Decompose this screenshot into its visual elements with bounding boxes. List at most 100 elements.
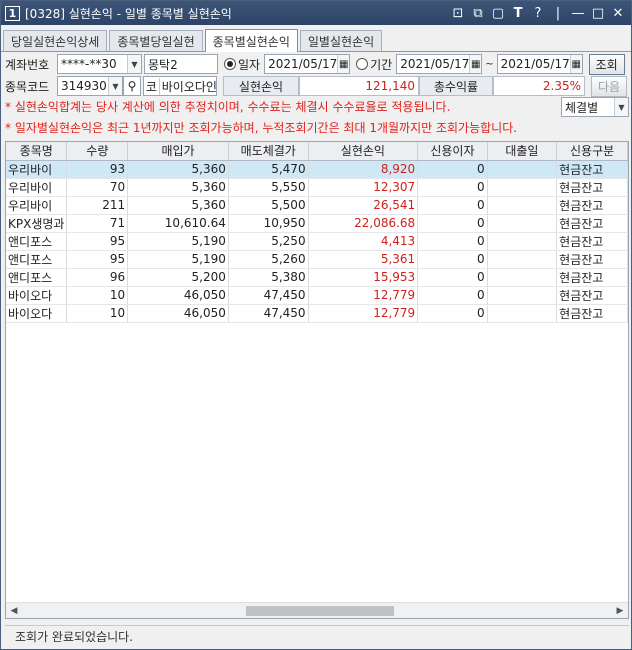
calendar-icon[interactable]: ▦ (337, 55, 350, 73)
period-to-value: 2021/05/17 (500, 57, 570, 71)
cell-qty: 10 (66, 286, 129, 305)
scroll-track[interactable] (22, 604, 612, 618)
cell-realized-pnl: 12,307 (308, 178, 419, 197)
cell-sell-price: 10,950 (228, 214, 309, 233)
title-bar[interactable]: 1 [0328] 실현손익 - 일별 종목별 실현손익 ⊡ ⧉ ▢ T ? | … (1, 1, 631, 25)
scroll-right-icon[interactable]: ▶ (612, 603, 628, 619)
cell-name: 앤디포스 (6, 250, 68, 269)
cell-realized-pnl: 12,779 (308, 286, 419, 305)
scroll-thumb[interactable] (246, 605, 394, 616)
column-header-qty[interactable]: 수량 (66, 142, 129, 161)
app-window: 1 [0328] 실현손익 - 일별 종목별 실현손익 ⊡ ⧉ ▢ T ? | … (0, 0, 632, 650)
period-radio-label[interactable]: 기간 (370, 56, 392, 73)
tab-daily-realized-detail[interactable]: 당일실현손익상세 (3, 30, 108, 51)
cell-qty: 70 (66, 178, 129, 197)
cell-loan-date (487, 160, 558, 179)
pnl-table: 종목명 수량 매입가 매도체결가 실현손익 신용이자 대출일 신용구분 우리바이 93 5,360… (5, 141, 629, 619)
status-bar: 조회가 완료되었습니다. (5, 625, 629, 647)
cell-buy-price: 5,190 (127, 232, 229, 251)
column-header-credit-type[interactable]: 신용구분 (556, 142, 628, 161)
cell-credit-type: 현금잔고 (556, 268, 628, 287)
cell-sell-price: 5,260 (228, 250, 309, 269)
date-radio[interactable] (224, 58, 236, 70)
font-size-icon[interactable]: T (511, 6, 525, 20)
period-to-field[interactable]: 2021/05/17 ▦ (496, 54, 583, 74)
cell-qty: 10 (66, 304, 129, 323)
account-name-field: 몽탁2 (144, 54, 218, 74)
close-icon[interactable]: ✕ (611, 6, 625, 20)
table-row[interactable]: 바이오다 10 46,050 47,450 12,779 0 현금잔고 (6, 304, 628, 323)
tab-stock-realized-pnl[interactable]: 종목별실현손익 (204, 29, 298, 52)
cell-buy-price: 5,360 (127, 160, 229, 179)
copy-window-icon[interactable]: ⧉ (471, 6, 485, 20)
cell-qty: 95 (66, 250, 129, 269)
cell-sell-price: 47,450 (228, 304, 309, 323)
scroll-left-icon[interactable]: ◀ (6, 603, 22, 619)
date-radio-label[interactable]: 일자 (238, 56, 260, 73)
query-button[interactable]: 조회 (588, 53, 625, 75)
cell-loan-date (487, 304, 558, 323)
lock-icon[interactable]: ▢ (491, 6, 505, 20)
calendar-icon[interactable]: ▦ (469, 55, 482, 73)
table-row[interactable]: 우리바이 211 5,360 5,500 26,541 0 현금잔고 (6, 196, 628, 215)
search-icon[interactable]: ⚲ (123, 76, 141, 96)
code-label: 종목코드 (5, 79, 50, 94)
period-radio[interactable] (356, 58, 369, 70)
total-return-label: 총수익률 (419, 76, 493, 96)
cell-loan-date (487, 286, 558, 305)
divider: | (555, 5, 561, 21)
column-header-loan-date[interactable]: 대출일 (487, 142, 558, 161)
date-field[interactable]: 2021/05/17 ▦ (264, 54, 351, 74)
cell-sell-price: 47,450 (228, 286, 309, 305)
account-select[interactable]: ****-**30 ▼ (57, 54, 142, 74)
table-header: 종목명 수량 매입가 매도체결가 실현손익 신용이자 대출일 신용구분 (6, 142, 628, 161)
column-header-buy-price[interactable]: 매입가 (127, 142, 229, 161)
table-row[interactable]: 앤디포스 95 5,190 5,250 4,413 0 현금잔고 (6, 232, 628, 251)
table-row[interactable]: 앤디포스 95 5,190 5,260 5,361 0 현금잔고 (6, 250, 628, 269)
realized-pnl-value: 121,140 (299, 76, 419, 96)
chevron-down-icon[interactable]: ▼ (614, 98, 628, 116)
status-text: 조회가 완료되었습니다. (15, 630, 134, 644)
column-header-realized-pnl[interactable]: 실현손익 (308, 142, 419, 161)
cell-name: 우리바이 (6, 178, 68, 197)
table-row[interactable]: 우리바이 70 5,360 5,550 12,307 0 현금잔고 (6, 178, 628, 197)
cell-sell-price: 5,500 (228, 196, 309, 215)
table-row[interactable]: 바이오다 10 46,050 47,450 12,779 0 현금잔고 (6, 286, 628, 305)
tab-daily-realized-pnl[interactable]: 일별실현손익 (299, 30, 383, 51)
period-from-field[interactable]: 2021/05/17 ▦ (396, 54, 483, 74)
cell-credit-type: 현금잔고 (556, 250, 628, 269)
maximize-icon[interactable]: □ (591, 6, 605, 20)
code-row: 종목코드 314930 ▼ ⚲ 코 바이오다인 실현손익 121,140 총수익… (5, 75, 627, 97)
table-row[interactable]: 우리바이 93 5,360 5,470 8,920 0 현금잔고 (6, 160, 628, 179)
cell-name: 우리바이 (6, 160, 68, 179)
table-row[interactable]: 앤디포스 96 5,200 5,380 15,953 0 현금잔고 (6, 268, 628, 287)
horizontal-scrollbar[interactable]: ◀ ▶ (6, 602, 628, 618)
link-icon[interactable]: ⊡ (451, 6, 465, 20)
cell-realized-pnl: 12,779 (308, 304, 419, 323)
calendar-icon[interactable]: ▦ (569, 55, 582, 73)
next-button[interactable]: 다음 (591, 75, 627, 97)
cell-credit-type: 현금잔고 (556, 178, 628, 197)
notice-fee: * 실현손익합계는 당사 계산에 의한 추정치이며, 수수료는 체결시 수수료율… (5, 100, 451, 114)
cell-name: KPX생명과 (6, 214, 68, 233)
column-header-credit-interest[interactable]: 신용이자 (417, 142, 488, 161)
cell-name: 앤디포스 (6, 232, 68, 251)
cell-buy-price: 5,200 (127, 268, 229, 287)
cell-credit-interest: 0 (417, 160, 488, 179)
help-icon[interactable]: ? (531, 6, 545, 20)
table-row[interactable]: KPX생명과 71 10,610.64 10,950 22,086.68 0 현금잔고 (6, 214, 628, 233)
chevron-down-icon[interactable]: ▼ (108, 77, 122, 95)
column-header-name[interactable]: 종목명 (6, 142, 68, 161)
chevron-down-icon[interactable]: ▼ (127, 55, 141, 73)
cell-credit-type: 현금잔고 (556, 160, 628, 179)
cell-sell-price: 5,250 (228, 232, 309, 251)
code-input[interactable]: 314930 ▼ (57, 76, 123, 96)
cell-sell-price: 5,470 (228, 160, 309, 179)
minimize-icon[interactable]: — (571, 6, 585, 20)
filter-select[interactable]: 체결별 ▼ (561, 97, 629, 117)
tab-stock-daily-realized[interactable]: 종목별당일실현 (109, 30, 203, 51)
total-return-value: 2.35% (493, 76, 585, 96)
column-header-sell-price[interactable]: 매도체결가 (228, 142, 309, 161)
period-from-value: 2021/05/17 (400, 57, 470, 71)
cell-credit-type: 현금잔고 (556, 214, 628, 233)
